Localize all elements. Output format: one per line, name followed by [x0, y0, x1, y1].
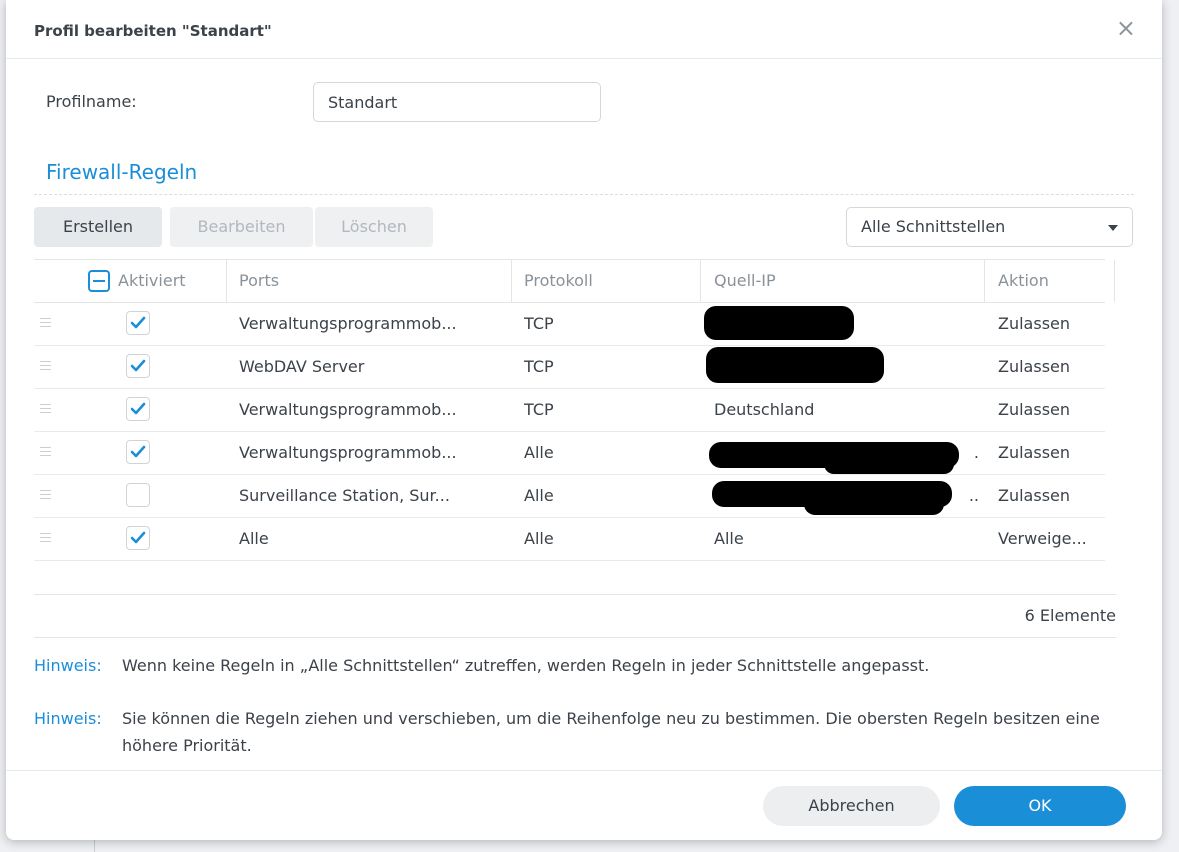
dialog-footer: Abbrechen OK	[6, 770, 1162, 841]
drag-handle-icon[interactable]	[40, 490, 51, 502]
cell-action: Zulassen	[998, 443, 1071, 462]
redaction-mark	[824, 454, 954, 474]
table-row[interactable]: Alle Alle Alle Verweige...	[34, 518, 1105, 561]
row-enabled-checkbox[interactable]	[126, 397, 150, 421]
drag-handle-icon[interactable]	[40, 447, 51, 459]
redaction-mark	[804, 493, 944, 515]
profile-name-label: Profilname:	[46, 92, 137, 111]
section-divider	[34, 194, 1134, 195]
chevron-down-icon	[1108, 225, 1118, 231]
table-row[interactable]: Verwaltungsprogrammob... Alle. Zulassen	[34, 432, 1105, 475]
column-separator	[700, 260, 701, 302]
column-header-protocol[interactable]: Protokoll	[524, 260, 593, 302]
cell-action: Zulassen	[998, 314, 1071, 333]
table-row[interactable]: Verwaltungsprogrammob... TCP Deutschland Zu…	[34, 389, 1105, 432]
row-enabled-checkbox[interactable]	[126, 311, 150, 335]
column-separator	[1114, 260, 1115, 302]
column-header-ports[interactable]: Ports	[239, 260, 279, 302]
ok-button[interactable]: OK	[954, 786, 1126, 826]
cell-ports: Surveillance Station, Sur...	[239, 486, 450, 505]
check-icon	[130, 531, 146, 544]
column-separator	[984, 260, 985, 302]
table-body: Verwaltungsprogrammob... TCP Zulassen WebDA…	[34, 303, 1105, 561]
rules-table: Aktiviert Ports Protokoll Quell-IP Aktio…	[34, 259, 1115, 561]
drag-handle-icon[interactable]	[40, 361, 51, 373]
column-separator	[511, 260, 512, 302]
hint-text: Wenn keine Regeln in „Alle Schnittstelle…	[122, 656, 930, 675]
row-enabled-checkbox[interactable]	[126, 483, 150, 507]
cell-ports: Alle	[239, 529, 269, 548]
cell-source-ip: Alle	[714, 529, 744, 548]
hint-text: Sie können die Regeln ziehen und verschi…	[122, 709, 1100, 755]
drag-handle-icon[interactable]	[40, 404, 51, 416]
cell-action: Zulassen	[998, 486, 1071, 505]
row-enabled-checkbox[interactable]	[126, 526, 150, 550]
cell-protocol: TCP	[524, 357, 554, 376]
cell-protocol: TCP	[524, 400, 554, 419]
redaction-mark	[704, 306, 854, 340]
cancel-button[interactable]: Abbrechen	[763, 786, 940, 826]
delete-button[interactable]: Löschen	[315, 207, 433, 247]
row-enabled-checkbox[interactable]	[126, 354, 150, 378]
drag-handle-icon[interactable]	[40, 318, 51, 330]
cell-ports: Verwaltungsprogrammob...	[239, 443, 457, 462]
cell-ports: Verwaltungsprogrammob...	[239, 400, 457, 419]
cell-action: Verweige...	[998, 529, 1087, 548]
check-icon	[130, 359, 146, 372]
edit-button[interactable]: Bearbeiten	[170, 207, 313, 247]
dialog-title: Profil bearbeiten "Standart"	[34, 22, 272, 40]
profile-name-input[interactable]	[313, 82, 601, 122]
column-header-action[interactable]: Aktion	[998, 260, 1049, 302]
close-icon[interactable]: ×	[1116, 16, 1136, 40]
column-separator	[226, 260, 227, 302]
cell-ports: WebDAV Server	[239, 357, 365, 376]
column-header-source-ip[interactable]: Quell-IP	[714, 260, 776, 302]
check-icon	[130, 402, 146, 415]
cell-action: Zulassen	[998, 400, 1071, 419]
create-button[interactable]: Erstellen	[34, 207, 162, 247]
firewall-rules-heading: Firewall-Regeln	[46, 160, 198, 184]
cell-action: Zulassen	[998, 357, 1071, 376]
select-all-checkbox[interactable]	[88, 270, 110, 292]
cell-ports: Verwaltungsprogrammob...	[239, 314, 457, 333]
dialog-titlebar: Profil bearbeiten "Standart" ×	[6, 0, 1162, 59]
hint-label: Hinweis:	[34, 709, 102, 728]
cell-source-ip: Deutschland	[714, 400, 815, 419]
table-footer: 6 Elemente	[34, 594, 1116, 638]
row-enabled-checkbox[interactable]	[126, 440, 150, 464]
hint-label: Hinweis:	[34, 656, 102, 675]
table-row[interactable]: Verwaltungsprogrammob... TCP Zulassen	[34, 303, 1105, 346]
cell-protocol: TCP	[524, 314, 554, 333]
check-icon	[130, 316, 146, 329]
backdrop-divider	[94, 840, 95, 852]
table-row[interactable]: WebDAV Server TCP Zulassen	[34, 346, 1105, 389]
table-row[interactable]: Surveillance Station, Sur... Alle.. Zulass…	[34, 475, 1105, 518]
table-header: Aktiviert Ports Protokoll Quell-IP Aktio…	[34, 259, 1115, 303]
cell-protocol: Alle	[524, 486, 554, 505]
cell-protocol: Alle	[524, 443, 554, 462]
interface-select[interactable]: Alle Schnittstellen	[846, 207, 1133, 247]
column-header-enabled[interactable]: Aktiviert	[118, 260, 186, 302]
edit-profile-dialog: Profil bearbeiten "Standart" × Profilnam…	[6, 0, 1162, 840]
check-icon	[130, 445, 146, 458]
cell-protocol: Alle	[524, 529, 554, 548]
item-count: 6 Elemente	[1024, 606, 1116, 625]
redaction-mark	[706, 347, 884, 383]
drag-handle-icon[interactable]	[40, 533, 51, 545]
interface-select-value: Alle Schnittstellen	[861, 217, 1006, 236]
